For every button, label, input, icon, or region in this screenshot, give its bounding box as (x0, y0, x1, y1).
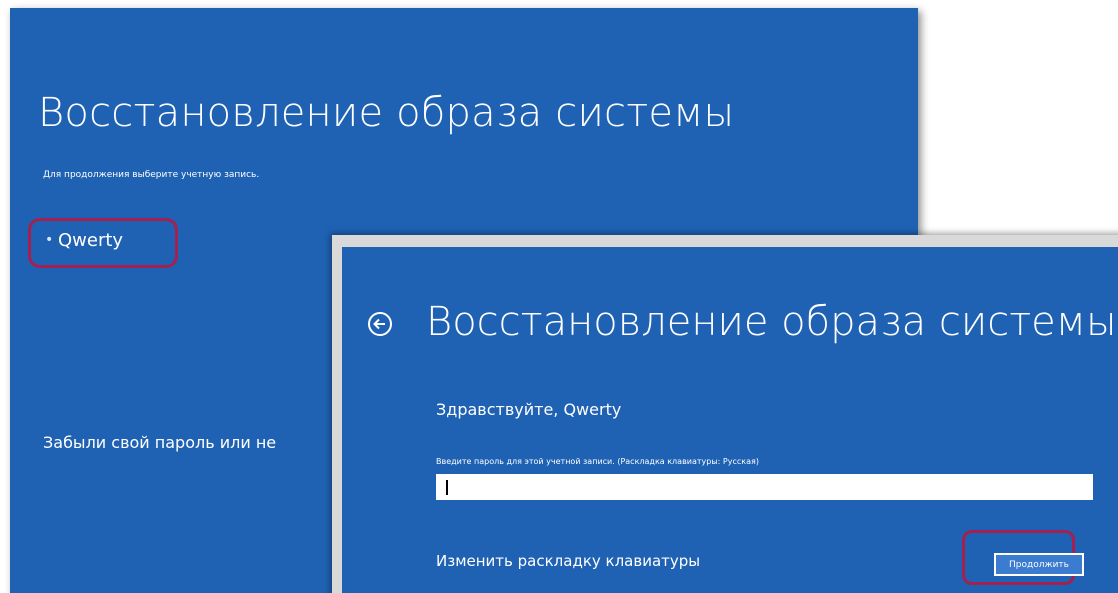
password-entry-screen: Восстановление образа системы Здравствуй… (342, 247, 1118, 593)
continue-button[interactable]: Продолжить (994, 553, 1084, 576)
back-arrow-icon[interactable] (368, 312, 392, 336)
page-title-front: Восстановление образа системы (426, 299, 1117, 345)
page-subtitle: Для продолжения выберите учетную запись. (43, 170, 260, 180)
change-keyboard-layout-link[interactable]: Изменить раскладку клавиатуры (436, 552, 700, 570)
greeting-text: Здравствуйте, Qwerty (436, 400, 622, 419)
account-item-qwerty[interactable]: • Qwerty (28, 218, 178, 268)
page-title: Восстановление образа системы (38, 90, 735, 136)
bullet-icon: • (45, 232, 54, 248)
forgot-password-link[interactable]: Забыли свой пароль или не (43, 433, 276, 452)
password-entry-window: Восстановление образа системы Здравствуй… (332, 235, 1118, 593)
password-label: Введите пароль для этой учетной записи. … (436, 457, 759, 466)
screenshot-stage: Восстановление образа системы Для продол… (0, 0, 1118, 593)
password-input[interactable] (436, 474, 1093, 500)
account-name: Qwerty (58, 230, 124, 251)
text-caret (446, 480, 448, 495)
